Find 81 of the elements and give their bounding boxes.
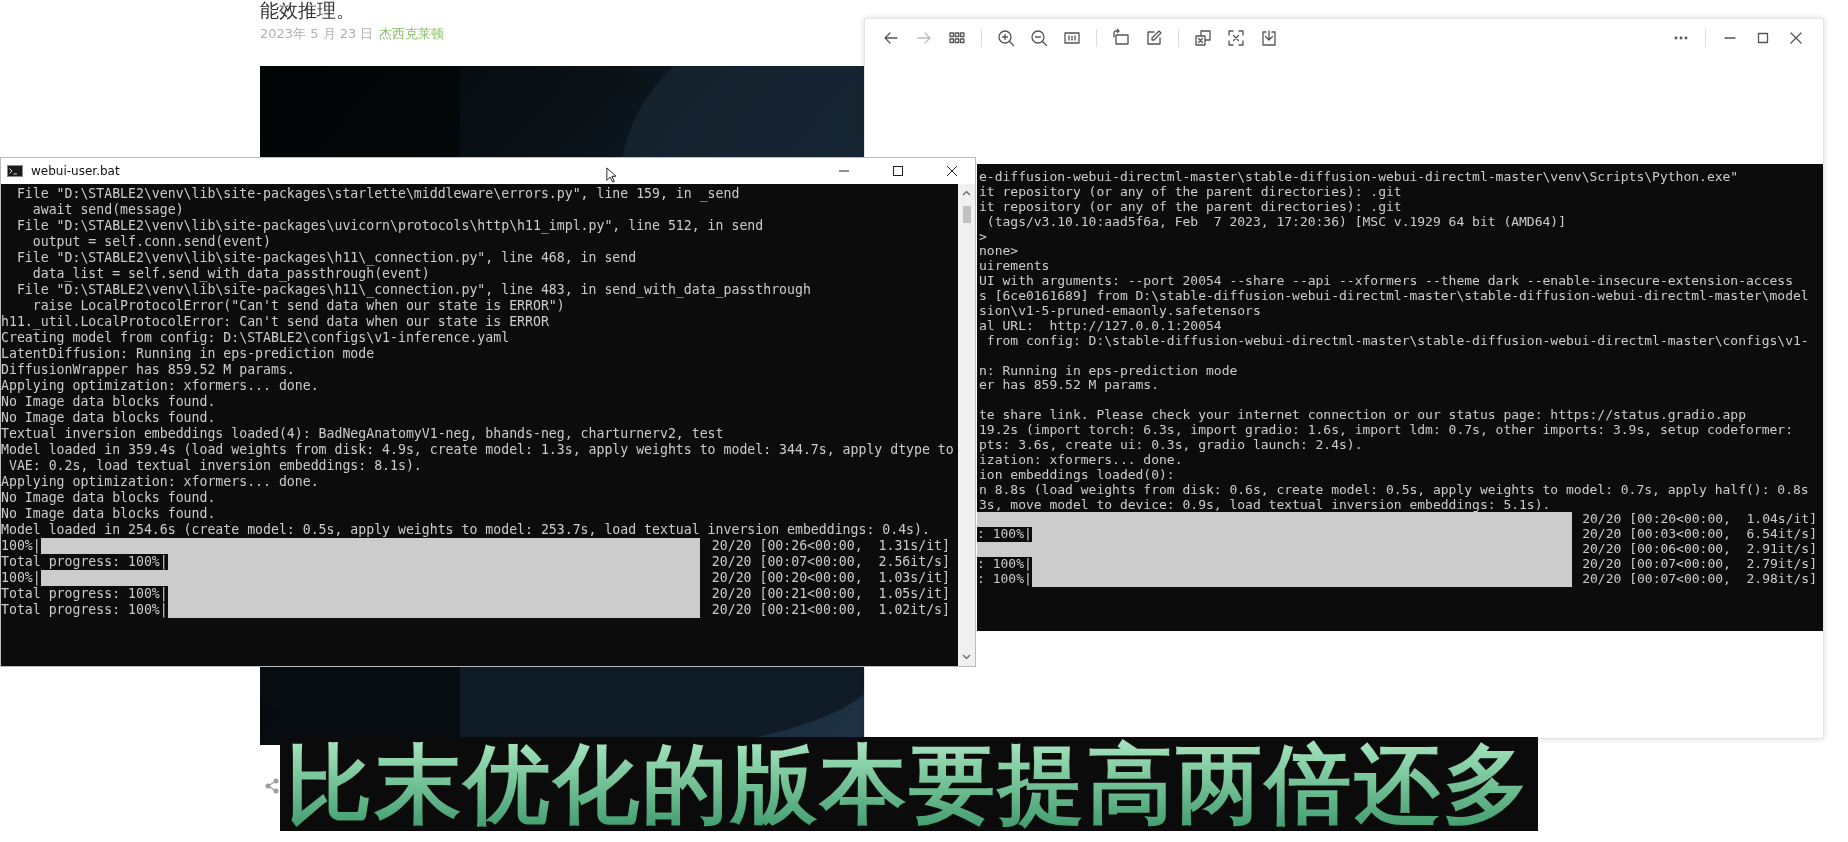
terminal-line: pts: 3.6s, create ui: 0.3s, gradio launch: 2.4s). [978,438,1363,453]
terminal-line: Model loaded in 359.4s (load weights from disk: 4.9s, create model: 1.3s, apply weights to model: 344.7s, apply dtype to [1,442,954,458]
progress-stats: 20/20 [00:06<00:00, 2.91it/s] [1582,542,1818,558]
scroll-down-icon[interactable] [962,654,971,660]
progress-label: : 100%| [977,557,1032,573]
progress-stats: 20/20 [00:20<00:00, 1.03s/it] [711,570,951,586]
actual-size-icon[interactable] [1063,29,1081,47]
terminal-line: ization: xformers... done. [978,452,1183,468]
terminal-line: DiffusionWrapper has 859.52 M params. [1,362,295,378]
progress-stats: 20/20 [00:21<00:00, 1.05s/it] [711,586,951,602]
share-icon[interactable] [264,778,280,794]
terminal-line: File "D:\STABLE2\venv\lib\site-packages\uvicorn\protocols\http\h11_impl.py", line 512, in send [15,218,764,234]
progress-label: Total progress: 100%| [1,586,168,602]
progress-label: : 100%| [977,572,1032,587]
copy-icon[interactable] [1194,29,1212,47]
terminal-line: Applying optimization: xformers... done. [1,378,319,394]
terminal-line: uirements [978,259,1050,275]
progress-label: Total progress: 100%| [1,602,168,618]
progress-stats: 20/20 [00:07<00:00, 2.98it/s] [1582,572,1818,587]
terminal-line: (tags/v3.10.10:aad5f6a, Feb 7 2023, 17:20:36) [MSC v.1929 64 bit (AMD64)] [985,214,1566,230]
terminal-line: Textual inversion embeddings loaded(4): BadNegAnatomyV1-neg, bhands-neg, charturnerv2, test [1,426,724,442]
scan-icon[interactable] [1227,29,1245,47]
download-icon[interactable] [1260,29,1278,47]
terminal-line: No Image data blocks found. [1,394,216,410]
terminal-line: n 8.8s (load weights from disk: 0.6s, create model: 0.5s, apply weights to model: 0.7s, apply half(): 0.8s [978,482,1809,498]
terminal-line: LatentDiffusion: Running in eps-prediction mode [1,346,375,362]
terminal-line: te share link. Please check your internet connection or our status page: https://status.gradio.app [978,408,1746,424]
terminal-line: it repository (or any of the parent directories): .git [978,199,1402,215]
terminal-line: File "D:\STABLE2\venv\lib\site-packages\h11\_connection.py", line 468, in send [15,250,637,266]
terminal-line: Model loaded in 254.6s (create model: 0.5s, apply weights to model: 253.7s, load textual inversion embeddings: 0.4s). [1,522,930,538]
progress-stats: 20/20 [00:20<00:00, 1.04s/it] [1582,512,1818,528]
maximize-icon[interactable] [891,164,905,178]
scroll-up-icon[interactable] [962,190,971,196]
progress-stats: 20/20 [00:26<00:00, 1.31s/it] [711,538,951,554]
terminal-line: h11._util.LocalProtocolError: Can't send data when our state is ERROR [1,314,549,330]
terminal-line: 3s, move model to device: 0.9s, load textual inversion embeddings: 5.1s). [978,497,1551,513]
progress-stats: 20/20 [00:21<00:00, 1.02it/s] [711,602,951,618]
edit-icon[interactable] [1145,29,1163,47]
rotate-icon[interactable] [1112,29,1130,47]
scrollbar[interactable] [958,184,975,666]
terminal-line: sion\v1-5-pruned-emaonly.safetensors [978,304,1261,319]
terminal-line: s [6ce0161689] from D:\stable-diffusion-webui-directml-master\stable-diffusion-webui-directml-master\model [978,289,1809,304]
article-date: 2023年 5 月 23 日 [260,25,374,43]
zoom-in-icon[interactable] [997,29,1015,47]
terminal-line: No Image data blocks found. [1,410,216,426]
terminal-line: output = self.conn.send(event) [31,234,271,250]
terminal-line: VAE: 0.2s, load textual inversion embeddings: 8.1s). [7,458,422,474]
terminal-line: No Image data blocks found. [1,490,216,506]
progress-label: : 100%| [977,527,1032,543]
article-heading: 能效推理。 [260,0,355,20]
window-title: webui-user.bat [31,164,120,178]
terminal-line: er has 859.52 M params. [978,378,1159,394]
console-icon [7,165,23,177]
terminal-line: al URL: http://127.0.0.1:20054 [978,318,1222,334]
terminal-line: No Image data blocks found. [1,506,216,522]
progress-stats: 20/20 [00:07<00:00, 2.79it/s] [1582,557,1818,573]
close-icon[interactable] [945,164,959,178]
terminal-line: Creating model from config: D:\STABLE2\configs\v1-inference.yaml [1,330,510,346]
progress-label: 100%| [1,538,41,554]
terminal-line: > [978,229,987,245]
terminal-line: UI with arguments: --port 20054 --share --api --xformers --theme dark --enable-insecure-extension-access [978,274,1793,290]
terminal-line: 19.2s (import torch: 6.3s, import gradio: 1.6s, import ldm: 0.7s, other imports: 3.9s, setup codeformer: [978,423,1793,439]
terminal-line: n: Running in eps-prediction mode [978,363,1238,379]
progress-label: 100%| [1,570,41,586]
scrollbar-thumb[interactable] [962,206,971,223]
terminal-line: e-diffusion-webui-directml-master\stable-diffusion-webui-directml-master\venv\Scripts\Python.exe" [978,170,1739,185]
author-link[interactable]: 杰西克莱顿 [379,25,445,43]
progress-label: Total progress: 100%| [1,554,168,570]
terminal-line: await send(message) [31,202,184,218]
terminal-line: it repository (or any of the parent directories): .git [978,184,1402,200]
terminal-line: data_list = self.send_with_data_passthrough(event) [31,266,430,282]
terminal-line: Applying optimization: xformers... done. [1,474,319,490]
terminal-line: File "D:\STABLE2\venv\lib\site-packages\starlette\middleware\errors.py", line 159, in _send [15,186,740,202]
terminal-line: File "D:\STABLE2\venv\lib\site-packages\h11\_connection.py", line 483, in send_with_data_passthrough [15,282,811,298]
terminal-line: raise LocalProtocolError("Can't send data when our state is ERROR") [31,298,565,314]
terminal-line: none> [978,244,1019,260]
progress-stats: 20/20 [00:07<00:00, 2.56it/s] [711,554,951,570]
terminal-line: ion embeddings loaded(0): [978,467,1175,483]
progress-stats: 20/20 [00:03<00:00, 6.54it/s] [1582,527,1818,543]
zoom-out-icon[interactable] [1030,29,1048,47]
terminal-line: from config: D:\stable-diffusion-webui-directml-master\stable-diffusion-webui-directml-master\configs\v1- [985,333,1809,349]
